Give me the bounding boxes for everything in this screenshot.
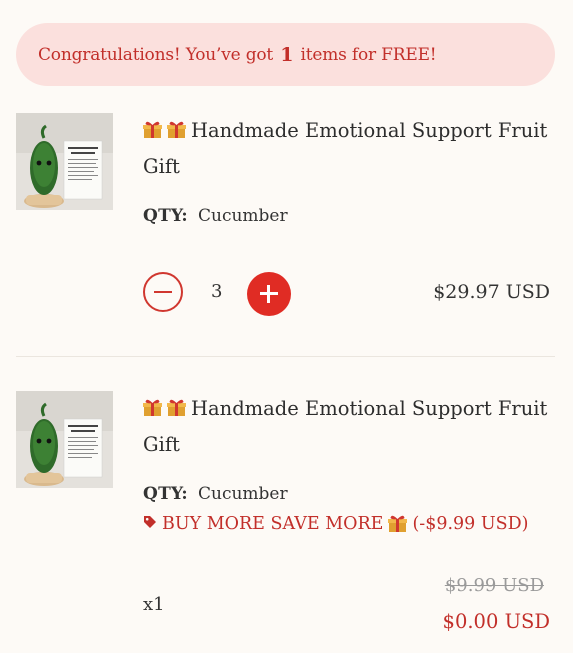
product-title-text: Handmade Emotional Support Fruit Gift (143, 397, 548, 456)
price-tag-icon (143, 514, 157, 534)
variant-value: Cucumber (197, 206, 288, 226)
cucumber-plush-image (16, 391, 113, 488)
free-items-banner: Congratulations! You’ve got 1 items for … (16, 23, 555, 86)
qty-label: QTY: (143, 206, 188, 226)
promo-text: BUY MORE SAVE MORE (162, 514, 384, 534)
banner-suffix: items for FREE! (300, 44, 437, 65)
quantity-stepper: 3 (143, 272, 293, 316)
quantity-value: 3 (211, 281, 223, 302)
gift-icon (388, 515, 408, 533)
promo-discount: (-$9.99 USD) (412, 514, 529, 534)
product-title[interactable]: Handmade Emotional Support Fruit Gift (143, 391, 553, 463)
cucumber-plush-image (16, 113, 113, 210)
variant-value: Cucumber (197, 484, 288, 504)
quantity-text: x1 (143, 594, 165, 615)
gift-icon (143, 121, 162, 139)
discounted-price: $0.00 USD (442, 610, 550, 633)
item-price: $29.97 USD (433, 281, 550, 303)
original-price: $9.99 USD (444, 575, 544, 596)
promo-discount-line: BUY MORE SAVE MORE (-$9.99 USD) (143, 514, 528, 534)
product-title[interactable]: Handmade Emotional Support Fruit Gift (143, 113, 553, 185)
quantity-variant: QTY: Cucumber (143, 484, 288, 504)
gift-icon (143, 399, 162, 417)
decrease-quantity-button[interactable] (143, 272, 183, 312)
quantity-variant: QTY: Cucumber (143, 206, 288, 226)
product-image[interactable] (16, 113, 113, 210)
gift-icon (167, 121, 186, 139)
product-title-text: Handmade Emotional Support Fruit Gift (143, 119, 548, 178)
qty-label: QTY: (143, 484, 188, 504)
increase-quantity-button[interactable] (247, 272, 291, 316)
product-image[interactable] (16, 391, 113, 488)
divider (16, 356, 555, 357)
banner-prefix: Congratulations! You’ve got (38, 44, 274, 65)
gift-icon (167, 399, 186, 417)
banner-count: 1 (280, 43, 294, 66)
